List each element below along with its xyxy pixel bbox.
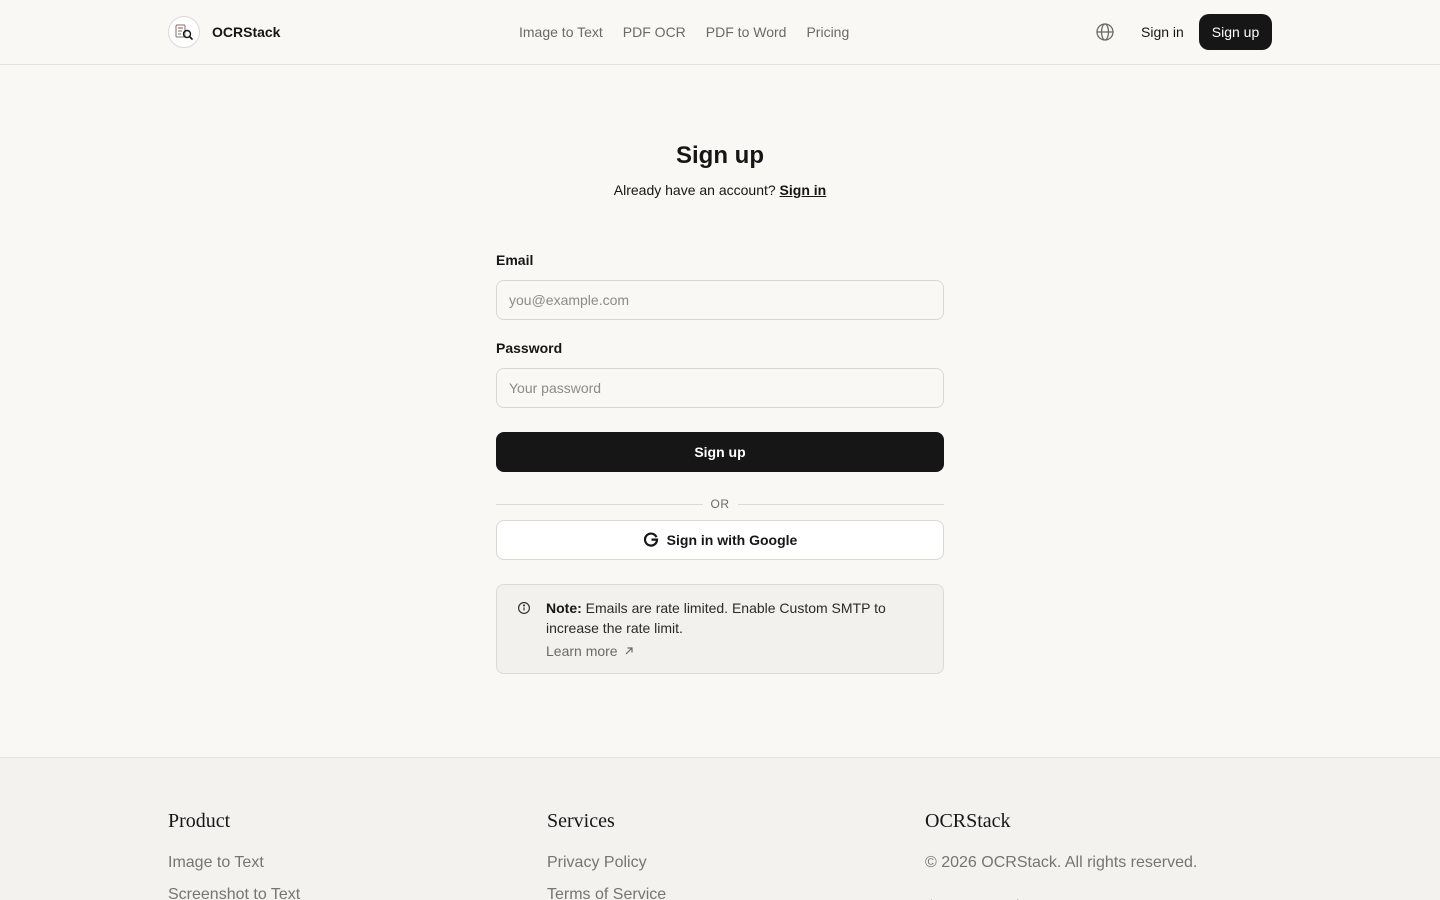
footer-product-heading: Product bbox=[168, 810, 231, 832]
footer-services-column: Services Privacy Policy Terms of Service bbox=[547, 809, 666, 900]
nav-image-to-text[interactable]: Image to Text bbox=[519, 23, 603, 41]
sign-up-button[interactable]: Sign up bbox=[496, 432, 944, 472]
header-sign-up-button[interactable]: Sign up bbox=[1199, 14, 1272, 50]
signin-prompt-text: Already have an account? bbox=[613, 182, 776, 198]
divider-line-right bbox=[737, 503, 944, 505]
or-divider: OR bbox=[496, 496, 944, 512]
google-icon bbox=[643, 531, 659, 550]
footer-badge-icon bbox=[925, 893, 1025, 900]
brand-name: OCRStack bbox=[212, 24, 281, 40]
password-label: Password bbox=[496, 340, 563, 356]
learn-more-link[interactable]: Learn more bbox=[546, 642, 634, 660]
google-sign-in-button[interactable]: Sign in with Google bbox=[496, 520, 944, 560]
header-sign-in-link[interactable]: Sign in bbox=[1141, 23, 1184, 41]
email-label: Email bbox=[496, 252, 534, 268]
page-title: Sign up bbox=[676, 142, 764, 169]
nav-pdf-ocr[interactable]: PDF OCR bbox=[623, 23, 686, 41]
google-sign-in-label: Sign in with Google bbox=[666, 532, 798, 548]
signup-form: Email Password Sign up OR Sign in with G… bbox=[496, 252, 944, 674]
ocr-logo-icon bbox=[168, 16, 200, 48]
footer-product-column: Product Image to Text Screenshot to Text bbox=[168, 809, 300, 900]
footer-company-column: OCRStack © 2026 OCRStack. All rights res… bbox=[925, 809, 1197, 873]
footer-link-privacy-policy[interactable]: Privacy Policy bbox=[547, 853, 666, 873]
nav-pricing[interactable]: Pricing bbox=[806, 23, 849, 41]
footer-link-screenshot-to-text[interactable]: Screenshot to Text bbox=[168, 885, 300, 900]
nav-pdf-to-word[interactable]: PDF to Word bbox=[706, 23, 787, 41]
signin-prompt: Already have an account? Sign in bbox=[0, 181, 1440, 199]
external-arrow-icon bbox=[624, 642, 634, 660]
email-field[interactable] bbox=[496, 280, 944, 320]
divider-label: OR bbox=[710, 497, 730, 511]
footer-copyright: © 2026 OCRStack. All rights reserved. bbox=[925, 854, 1198, 871]
top-nav-bar: OCRStack Image to Text PDF OCR PDF to Wo… bbox=[0, 0, 1440, 65]
language-globe-icon[interactable] bbox=[1095, 22, 1115, 42]
footer-company-heading: OCRStack bbox=[925, 810, 1011, 832]
password-field[interactable] bbox=[496, 368, 944, 408]
divider-line-left bbox=[496, 503, 703, 505]
info-icon bbox=[517, 601, 531, 615]
note-text: Note: Emails are rate limited. Enable Cu… bbox=[546, 598, 906, 638]
note-label: Note: bbox=[546, 600, 582, 616]
signin-link[interactable]: Sign in bbox=[780, 182, 827, 198]
note-body: Emails are rate limited. Enable Custom S… bbox=[546, 600, 886, 636]
learn-more-label: Learn more bbox=[546, 643, 618, 659]
footer-link-terms-of-service[interactable]: Terms of Service bbox=[547, 885, 666, 900]
footer-services-heading: Services bbox=[547, 810, 615, 832]
site-footer: Product Image to Text Screenshot to Text… bbox=[0, 757, 1440, 900]
rate-limit-note: Note: Emails are rate limited. Enable Cu… bbox=[496, 584, 944, 674]
brand-link[interactable]: OCRStack bbox=[168, 16, 280, 48]
footer-link-image-to-text[interactable]: Image to Text bbox=[168, 853, 300, 873]
main-nav: Image to Text PDF OCR PDF to Word Pricin… bbox=[519, 23, 849, 41]
